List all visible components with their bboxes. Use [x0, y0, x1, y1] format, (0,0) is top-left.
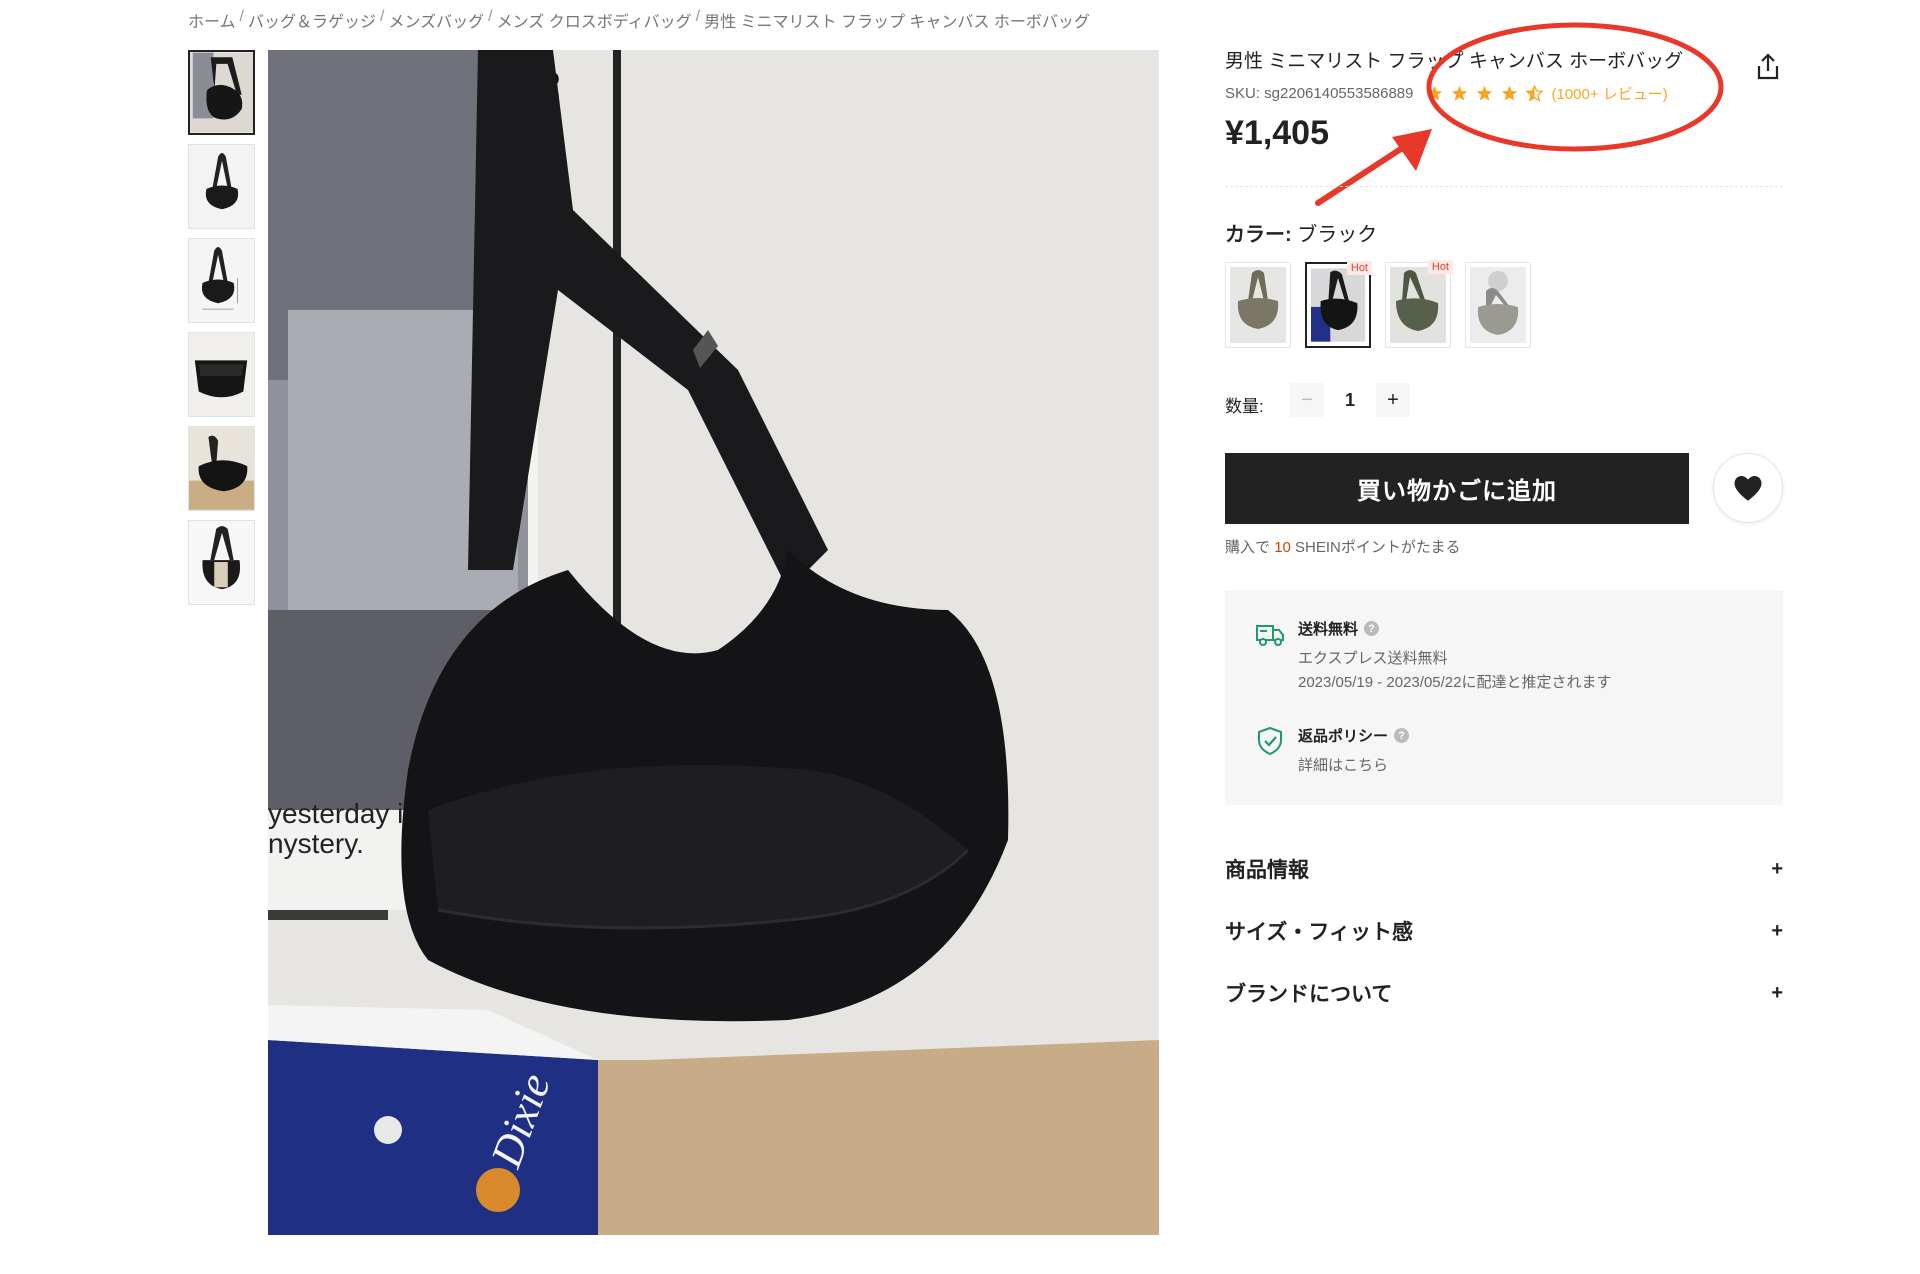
annotation-arrow-icon: [1315, 129, 1432, 206]
breadcrumb-current-product: 男性 ミニマリスト フラップ キャンバス ホーボバッグ: [704, 14, 1090, 31]
accordion-title: サイズ・フィット感: [1225, 921, 1413, 944]
black-bag-swatch: [1311, 268, 1365, 342]
color-swatch-army-green[interactable]: Hot: [1385, 260, 1453, 348]
truck-icon: [1256, 625, 1284, 646]
color-label: カラー: ブラック: [1225, 218, 1377, 247]
thumbnail-5[interactable]: [188, 426, 255, 511]
return-help-icon[interactable]: ?: [1394, 728, 1410, 743]
share-button[interactable]: [1753, 52, 1783, 82]
color-swatches: Hot Hot: [1225, 260, 1531, 348]
quantity-decrease-button[interactable]: −: [1290, 383, 1324, 417]
shipping-returns-box: 送料無料 ? エクスプレス送料無料 2023/05/19 - 2023/05/2…: [1225, 590, 1783, 805]
bag-on-wall-thumbnail: [190, 52, 253, 133]
share-icon: [1757, 53, 1779, 80]
add-to-cart-button[interactable]: 買い物かごに追加: [1225, 453, 1689, 524]
return-policy-title: 返品ポリシー: [1298, 728, 1389, 745]
accordion-title: 商品情報: [1225, 859, 1309, 882]
points-info: 購入で 10 SHEINポイントがたまる: [1225, 536, 1460, 557]
sku-text: SKU: sg2206140553586889: [1225, 85, 1414, 102]
army-green-bag-swatch: [1390, 267, 1446, 343]
color-selected-value: ブラック: [1297, 224, 1378, 246]
quantity-label: 数量:: [1225, 397, 1264, 416]
return-policy-details-link[interactable]: 詳細はこちら: [1298, 754, 1409, 778]
plus-icon: +: [1771, 981, 1783, 1004]
bag-size-chart-thumbnail: [189, 239, 254, 322]
quantity-stepper: − +: [1290, 383, 1410, 417]
thumbnail-4[interactable]: [188, 332, 255, 417]
shipping-details: エクスプレス送料無料 2023/05/19 - 2023/05/22に配達と推定…: [1298, 647, 1611, 695]
points-suffix: SHEINポイントがたまる: [1295, 539, 1461, 556]
black-hobo-bag-photo: 08.27.2021 yesterday i nystery. Dixie: [268, 50, 1159, 1235]
breadcrumb-home[interactable]: ホーム: [188, 8, 236, 32]
color-swatch-light-gray[interactable]: [1465, 262, 1531, 348]
thumbnail-6[interactable]: [188, 520, 255, 605]
hot-badge: Hot: [1427, 260, 1453, 274]
breadcrumb-mens-bags[interactable]: メンズバッグ: [388, 8, 484, 32]
breadcrumb-bags-luggage[interactable]: バッグ＆ラゲッジ: [248, 8, 376, 32]
annotation-circle: [1426, 22, 1724, 152]
breadcrumb-separator: /: [488, 8, 493, 25]
return-policy-title-row: 返品ポリシー ?: [1298, 725, 1410, 746]
bag-on-floor-thumbnail: [189, 427, 254, 510]
accordion-product-info[interactable]: 商品情報 +: [1225, 854, 1783, 884]
express-free-shipping: エクスプレス送料無料: [1298, 650, 1448, 667]
bag-two-tone-thumbnail: [189, 521, 254, 604]
gray-green-bag-swatch: [1230, 267, 1286, 343]
shipping-help-icon[interactable]: ?: [1364, 621, 1380, 636]
color-label-title: カラー:: [1225, 224, 1292, 246]
thumbnail-2[interactable]: [188, 144, 255, 229]
heart-icon: [1734, 475, 1762, 501]
return-policy-row: 返品ポリシー ? 詳細はこちら: [1254, 725, 1410, 778]
accordion-size-fit[interactable]: サイズ・フィット感 +: [1225, 916, 1783, 946]
breadcrumb-separator: /: [380, 8, 385, 25]
accordion-title: ブランドについて: [1225, 983, 1393, 1006]
thumbnail-1[interactable]: [188, 50, 255, 135]
poster-text-line2: nystery.: [268, 828, 364, 859]
quantity-input[interactable]: [1324, 383, 1376, 417]
breadcrumb-mens-crossbody[interactable]: メンズ クロスボディバッグ: [497, 8, 692, 32]
main-product-image: 08.27.2021 yesterday i nystery. Dixie: [268, 50, 1159, 1235]
bag-flat-thumbnail: [189, 333, 254, 416]
thumbnail-strip: [188, 50, 255, 605]
free-shipping-row: 送料無料 ? エクスプレス送料無料 2023/05/19 - 2023/05/2…: [1254, 618, 1611, 695]
breadcrumb-separator: /: [239, 8, 244, 25]
bag-hanging-thumbnail: [189, 145, 254, 228]
plus-icon: +: [1771, 919, 1783, 942]
wishlist-button[interactable]: [1713, 453, 1783, 523]
color-swatch-black[interactable]: Hot: [1305, 261, 1372, 348]
quantity-increase-button[interactable]: +: [1376, 383, 1410, 417]
accordion-about-brand[interactable]: ブランドについて +: [1225, 978, 1783, 1008]
thumbnail-3[interactable]: [188, 238, 255, 323]
points-value: 10: [1274, 539, 1291, 556]
breadcrumb-separator: /: [695, 8, 701, 25]
price-divider: [1225, 186, 1783, 187]
poster-text-line1: yesterday i: [268, 798, 403, 829]
hot-badge: Hot: [1346, 261, 1372, 275]
color-swatch-gray-green[interactable]: [1225, 262, 1291, 348]
points-prefix: 購入で: [1225, 539, 1271, 556]
estimated-delivery: 2023/05/19 - 2023/05/22に配達と推定されます: [1298, 674, 1612, 691]
breadcrumb: ホーム / バッグ＆ラゲッジ / メンズバッグ / メンズ クロスボディバッグ …: [188, 8, 1090, 32]
free-shipping-title: 送料無料: [1298, 621, 1359, 638]
light-gray-bag-swatch: [1470, 267, 1526, 343]
shield-check-icon: [1258, 726, 1282, 756]
free-shipping-title-row: 送料無料 ?: [1298, 618, 1611, 639]
plus-icon: +: [1771, 857, 1783, 880]
